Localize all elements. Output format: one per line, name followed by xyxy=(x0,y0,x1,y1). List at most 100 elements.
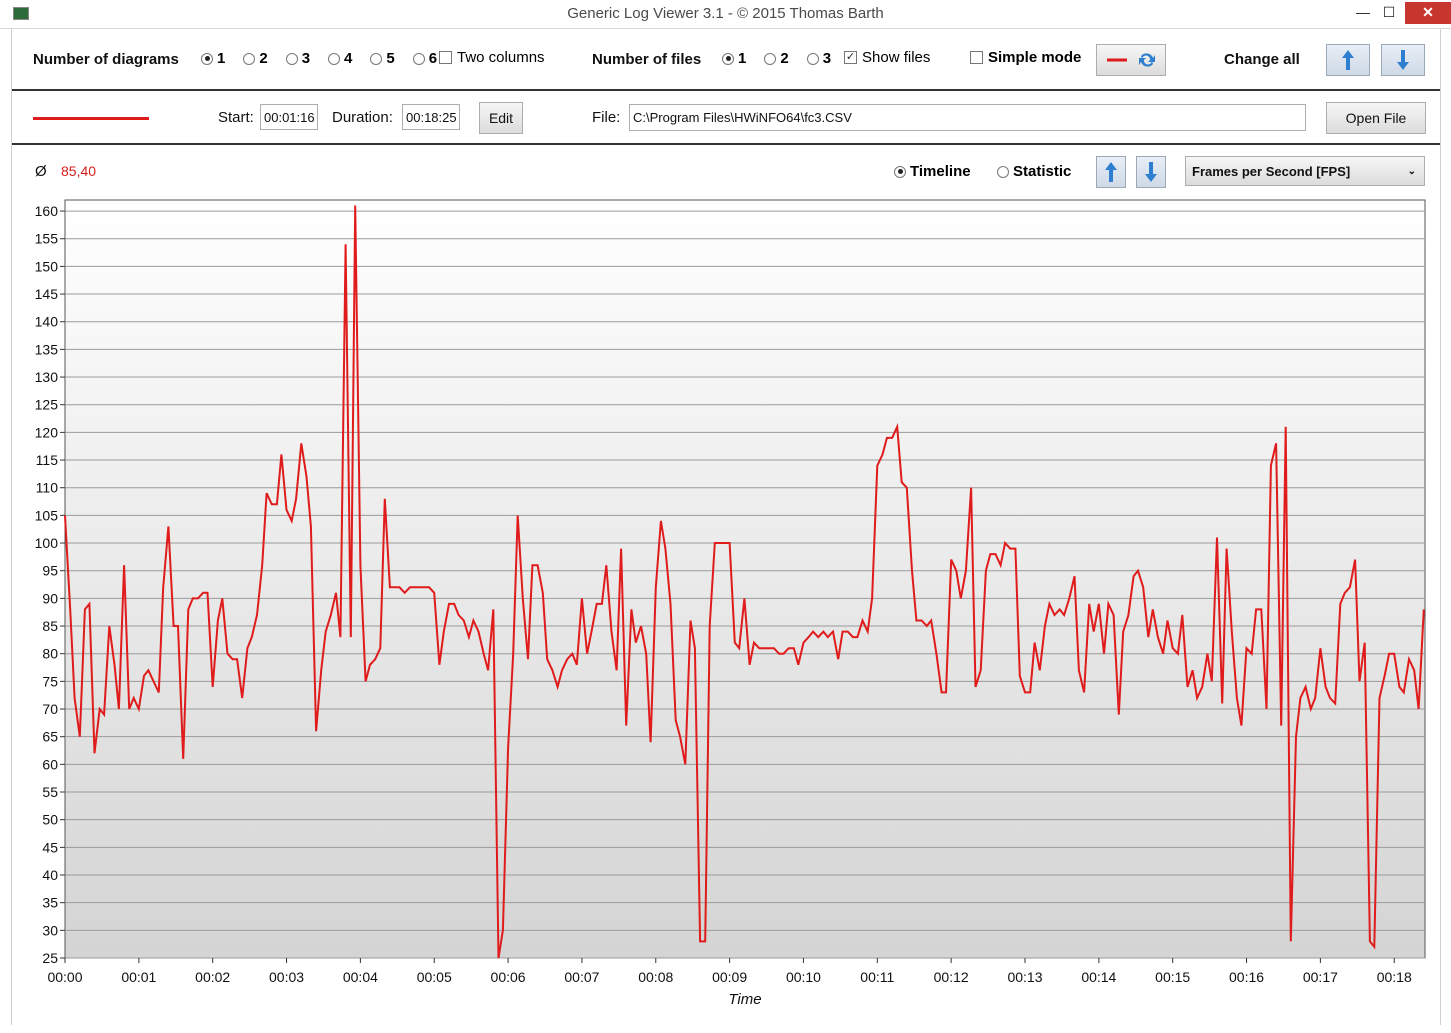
diagrams-option-label: 6 xyxy=(428,50,438,67)
x-tick-label: 00:10 xyxy=(786,969,821,985)
radio-icon xyxy=(764,52,777,65)
line-style-button[interactable] xyxy=(1096,44,1166,76)
show-files-check-icon: ✓ xyxy=(844,51,857,64)
x-tick-label: 00:05 xyxy=(417,969,452,985)
show-files-label: Show files xyxy=(862,49,931,66)
x-tick-label: 00:02 xyxy=(195,969,230,985)
change-all-up-button[interactable] xyxy=(1326,44,1370,76)
radio-icon xyxy=(412,52,425,65)
x-tick-label: 00:14 xyxy=(1081,969,1116,985)
diagrams-option-5[interactable]: 5 xyxy=(370,50,395,67)
files-option-label: 2 xyxy=(780,50,789,67)
diagrams-option-6[interactable]: 6 xyxy=(412,50,438,67)
y-tick-label: 155 xyxy=(35,231,59,247)
radio-icon xyxy=(243,52,256,65)
simple-mode-check-icon xyxy=(970,51,983,64)
y-tick-label: 145 xyxy=(35,286,59,302)
y-tick-label: 25 xyxy=(42,950,58,966)
file-label: File: xyxy=(592,109,621,126)
radio-icon xyxy=(370,52,383,65)
y-axis-ticks: 25 30 35 40 45 50 55 60 65 70 75 80 85 90 95 100 105 110 1… xyxy=(35,203,65,966)
settings-toolbar: Number of diagrams 1 2 3 4 5 6 Two columns Nu… xyxy=(12,29,1440,91)
x-tick-label: 00:08 xyxy=(638,969,673,985)
diagrams-option-label: 5 xyxy=(386,50,395,67)
x-tick-label: 00:18 xyxy=(1377,969,1412,985)
y-tick-label: 65 xyxy=(42,729,58,745)
file-path-field[interactable]: C:\Program Files\HWiNFO64\fc3.CSV xyxy=(629,104,1306,131)
x-tick-label: 00:04 xyxy=(343,969,378,985)
start-field[interactable]: 00:01:16 xyxy=(260,104,318,130)
files-option-3[interactable]: 3 xyxy=(806,50,832,67)
change-all-label: Change all xyxy=(1224,51,1300,68)
arrow-up-icon xyxy=(1342,50,1354,70)
y-tick-label: 110 xyxy=(36,480,59,496)
diagrams-option-label: 1 xyxy=(217,50,226,67)
start-label: Start: xyxy=(218,109,254,126)
diagrams-option-label: 2 xyxy=(259,50,268,67)
close-button[interactable]: ✕ xyxy=(1405,2,1451,24)
line-color-swap-icon xyxy=(1107,53,1155,67)
y-tick-label: 150 xyxy=(35,258,59,274)
simple-mode-checkbox[interactable]: Simple mode xyxy=(970,49,1081,66)
two-columns-checkbox[interactable]: Two columns xyxy=(439,49,545,66)
y-tick-label: 70 xyxy=(42,701,58,717)
radio-icon xyxy=(285,52,298,65)
y-tick-label: 115 xyxy=(36,452,59,468)
x-tick-label: 00:12 xyxy=(934,969,969,985)
y-tick-label: 130 xyxy=(35,369,59,385)
main-window: Number of diagrams 123456 Two columns Nu… xyxy=(11,29,1441,1025)
x-tick-label: 00:00 xyxy=(47,969,82,985)
x-tick-label: 00:17 xyxy=(1303,969,1338,985)
file-toolbar: Start: 00:01:16 Duration: 00:18:25 Edit … xyxy=(12,91,1440,145)
x-tick-label: 00:03 xyxy=(269,969,304,985)
diagrams-option-3[interactable]: 3 xyxy=(285,50,311,67)
x-tick-label: 00:06 xyxy=(491,969,526,985)
files-option-label: 3 xyxy=(822,50,832,67)
y-tick-label: 85 xyxy=(42,618,58,634)
fps-line-chart: 25 30 35 40 45 50 55 60 65 70 75 80 85 90 95 100 105 110 1… xyxy=(35,199,1426,1008)
y-tick-label: 140 xyxy=(35,314,59,330)
y-tick-label: 80 xyxy=(42,646,58,662)
y-tick-label: 55 xyxy=(42,784,58,800)
change-all-down-button[interactable] xyxy=(1381,44,1425,76)
diagrams-option-2[interactable]: 2 xyxy=(243,50,268,67)
diagrams-option-label: 3 xyxy=(301,50,311,67)
x-tick-label: 00:13 xyxy=(1007,969,1042,985)
number-of-diagrams-label: Number of diagrams xyxy=(33,51,179,68)
y-tick-label: 135 xyxy=(35,341,59,357)
show-files-checkbox[interactable]: ✓ Show files xyxy=(844,49,930,66)
y-tick-label: 95 xyxy=(42,563,58,579)
plot-area xyxy=(64,199,1426,959)
radio-icon xyxy=(806,52,819,65)
files-option-2[interactable]: 2 xyxy=(764,50,789,67)
arrow-down-icon xyxy=(1397,50,1409,70)
x-axis-ticks: 00:00 00:01 00:02 00:03 00:04 00:05 00:06 00:07… xyxy=(47,958,1412,985)
minimize-button[interactable]: — xyxy=(1350,2,1376,24)
edit-button[interactable]: Edit xyxy=(479,102,523,134)
y-tick-label: 45 xyxy=(42,839,58,855)
x-tick-label: 00:11 xyxy=(860,969,894,985)
open-file-button[interactable]: Open File xyxy=(1326,102,1426,134)
x-tick-label: 00:15 xyxy=(1155,969,1190,985)
maximize-button[interactable]: ☐ xyxy=(1376,2,1402,24)
diagrams-option-label: 4 xyxy=(344,50,353,67)
two-columns-label: Two columns xyxy=(457,49,545,66)
chart-panel: Ø 85,40 Timeline Statistic Frames per Se… xyxy=(12,147,1440,1025)
y-tick-label: 125 xyxy=(35,397,59,413)
diagrams-option-1[interactable]: 1 xyxy=(201,50,225,67)
x-tick-label: 00:01 xyxy=(121,969,156,985)
simple-mode-label: Simple mode xyxy=(988,49,1082,66)
number-of-files-label: Number of files xyxy=(592,51,702,68)
y-tick-label: 40 xyxy=(42,867,58,883)
y-tick-label: 30 xyxy=(42,922,58,938)
x-tick-label: 00:07 xyxy=(564,969,599,985)
y-tick-label: 50 xyxy=(42,812,58,828)
files-option-1[interactable]: 1 xyxy=(722,50,746,67)
files-option-label: 1 xyxy=(738,50,747,67)
y-tick-label: 90 xyxy=(42,590,58,606)
radio-icon xyxy=(722,52,734,65)
title-bar: Generic Log Viewer 3.1 - © 2015 Thomas B… xyxy=(0,0,1451,29)
diagrams-option-4[interactable]: 4 xyxy=(328,50,352,67)
x-axis-label: Time xyxy=(728,991,761,1008)
duration-field[interactable]: 00:18:25 xyxy=(402,104,460,130)
